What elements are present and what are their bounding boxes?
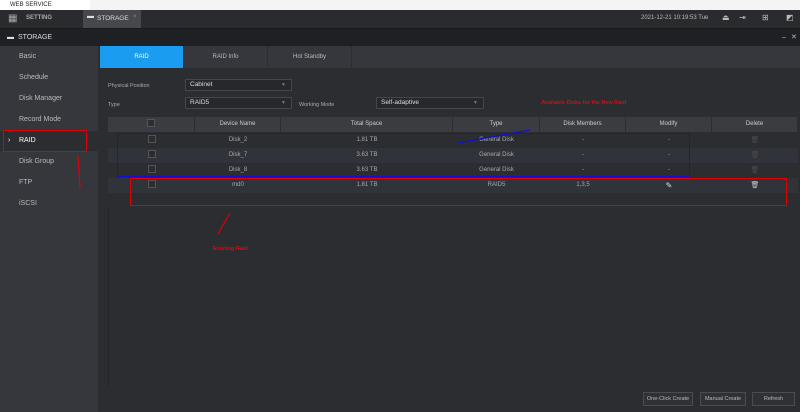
annotation-arrows <box>77 129 531 235</box>
existing-arrow <box>217 212 231 235</box>
sidebar-arrow <box>77 155 81 189</box>
available-arrow <box>457 129 531 144</box>
